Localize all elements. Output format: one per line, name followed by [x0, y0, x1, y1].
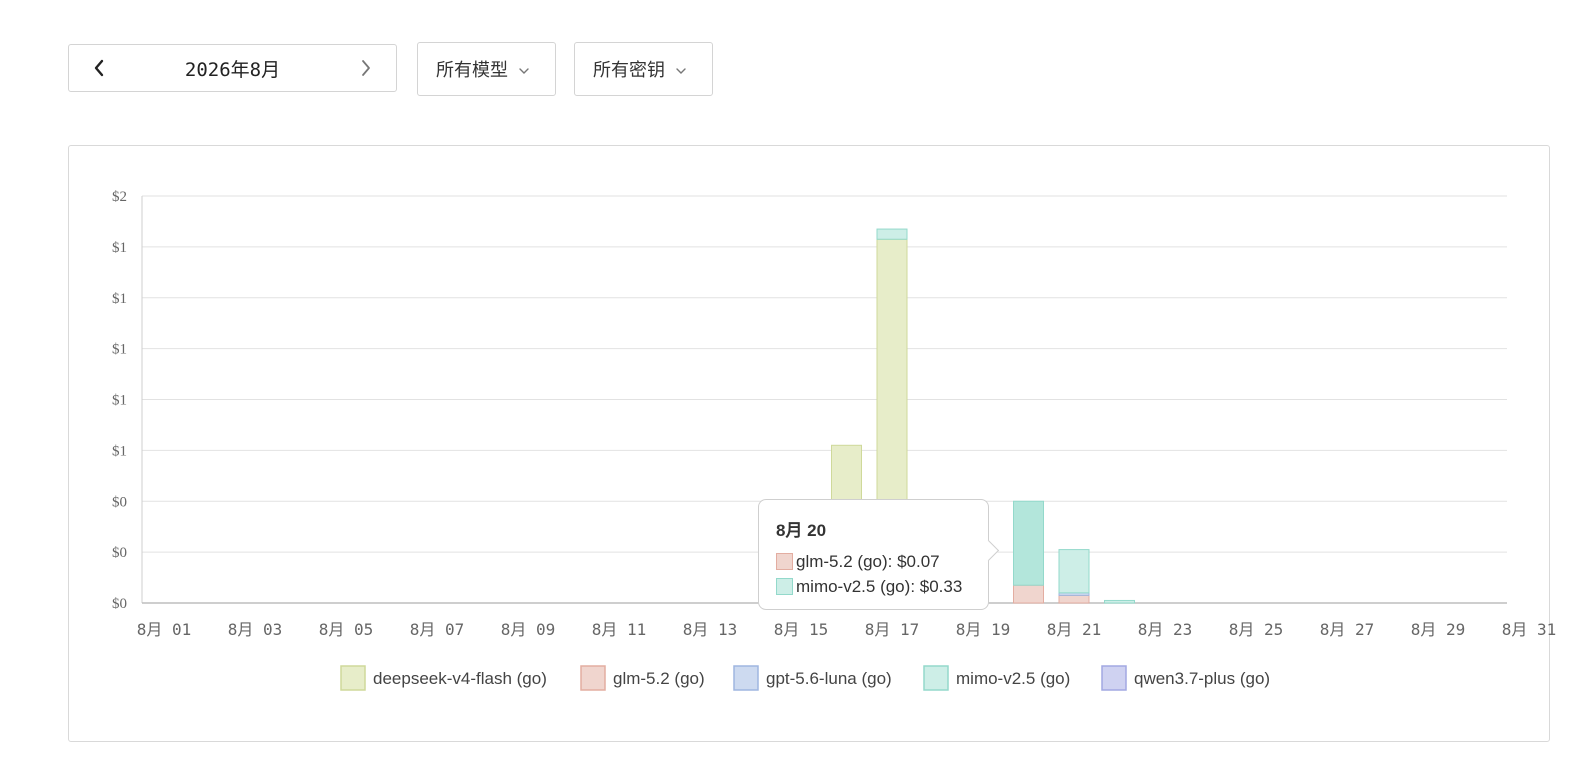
tooltip-row: mimo-v2.5 (go) $0.33 [776, 574, 971, 599]
bar-segment [1104, 599, 1135, 604]
y-tick-label: $1 [112, 291, 127, 307]
legend-swatch [580, 665, 606, 691]
tooltip-swatch [776, 553, 793, 570]
legend-label: qwen3.7-plus (go) [1134, 669, 1270, 688]
bar-segment [876, 228, 908, 240]
tooltip-label: mimo-v2.5 (go) [796, 577, 920, 597]
x-tick-label: 8月 03 [228, 620, 283, 639]
x-tick-label: 8月 17 [865, 620, 920, 639]
y-tick-label: $1 [112, 342, 127, 358]
x-tick-label: 8月 19 [956, 620, 1011, 639]
tooltip-label: glm-5.2 (go) [796, 552, 897, 572]
y-tick-label: $0 [112, 545, 127, 561]
y-tick-label: $1 [112, 240, 127, 256]
tooltip-title: 8月 20 [776, 521, 827, 540]
x-tick-label: 8月 27 [1320, 620, 1375, 639]
y-tick-label: $1 [112, 443, 127, 459]
x-tick-label: 8月 15 [774, 620, 829, 639]
x-tick-label: 8月 23 [1138, 620, 1193, 639]
legend-swatch [923, 665, 949, 691]
x-tick-label: 8月 07 [410, 620, 465, 639]
tooltip-swatch [776, 578, 793, 595]
x-tick-label: 8月 11 [592, 620, 647, 639]
legend-label: deepseek-v4-flash (go) [373, 669, 547, 688]
x-tick-label: 8月 05 [319, 620, 374, 639]
tooltip-value: $0.07 [897, 551, 940, 571]
x-tick-label: 8月 25 [1229, 620, 1284, 639]
chart-tooltip: 8月 20 glm-5.2 (go) $0.07 mimo-v2.5 (go) … [758, 499, 989, 610]
bar-segment [1013, 500, 1044, 586]
y-tick-label: $0 [112, 596, 127, 612]
y-tick-label: $0 [112, 494, 127, 510]
y-tick-label: $1 [112, 393, 127, 409]
x-tick-label: 8月 31 [1502, 620, 1557, 639]
bar-segment [1058, 549, 1090, 594]
legend-swatch [340, 665, 366, 691]
bar-segment [1013, 584, 1044, 604]
x-tick-label: 8月 01 [137, 620, 192, 639]
legend-label: glm-5.2 (go) [613, 669, 705, 688]
legend-swatch [733, 665, 759, 691]
x-tick-label: 8月 09 [501, 620, 556, 639]
x-tick-label: 8月 29 [1411, 620, 1466, 639]
x-tick-label: 8月 21 [1047, 620, 1102, 639]
x-tick-label: 8月 13 [683, 620, 738, 639]
tooltip-row: glm-5.2 (go) $0.07 [776, 549, 971, 574]
usage-chart: $0 $0 $0 $1 $1 $1 $1 $1 $2 8月 01 8月 03 8月 05 8月 07 8月… [112, 189, 1557, 691]
y-tick-label: $2 [112, 189, 127, 205]
bar-segment [1058, 594, 1090, 604]
legend-label: gpt-5.6-luna (go) [766, 669, 892, 688]
tooltip-value: $0.33 [919, 576, 963, 596]
legend-label: mimo-v2.5 (go) [956, 669, 1070, 688]
legend-swatch [1101, 665, 1127, 691]
